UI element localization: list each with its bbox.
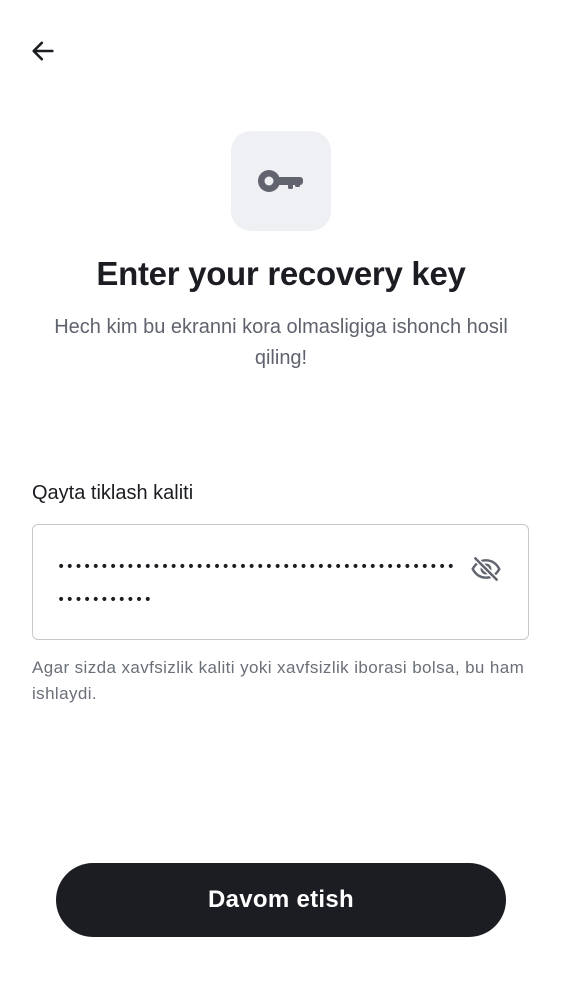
continue-button[interactable]: Davom etish <box>56 863 506 937</box>
recovery-key-label: Qayta tiklash kaliti <box>32 482 194 504</box>
page-subtitle: Hech kim bu ekranni kora olmasligiga ish… <box>54 316 508 369</box>
toggle-visibility-button[interactable] <box>464 547 508 591</box>
page-title: Enter your recovery key <box>96 255 466 292</box>
back-button[interactable] <box>20 28 66 74</box>
eye-off-icon <box>471 555 501 583</box>
key-icon <box>258 170 303 192</box>
recovery-key-input[interactable]: ••••••••••••••••••••••••••••••••••••••••… <box>57 551 457 617</box>
arrow-left-icon <box>32 41 54 61</box>
key-icon-tile <box>231 131 331 231</box>
recovery-key-field[interactable]: ••••••••••••••••••••••••••••••••••••••••… <box>32 524 529 640</box>
recovery-key-hint: Agar sizda xavfsizlik kaliti yoki xavfsi… <box>32 658 525 703</box>
